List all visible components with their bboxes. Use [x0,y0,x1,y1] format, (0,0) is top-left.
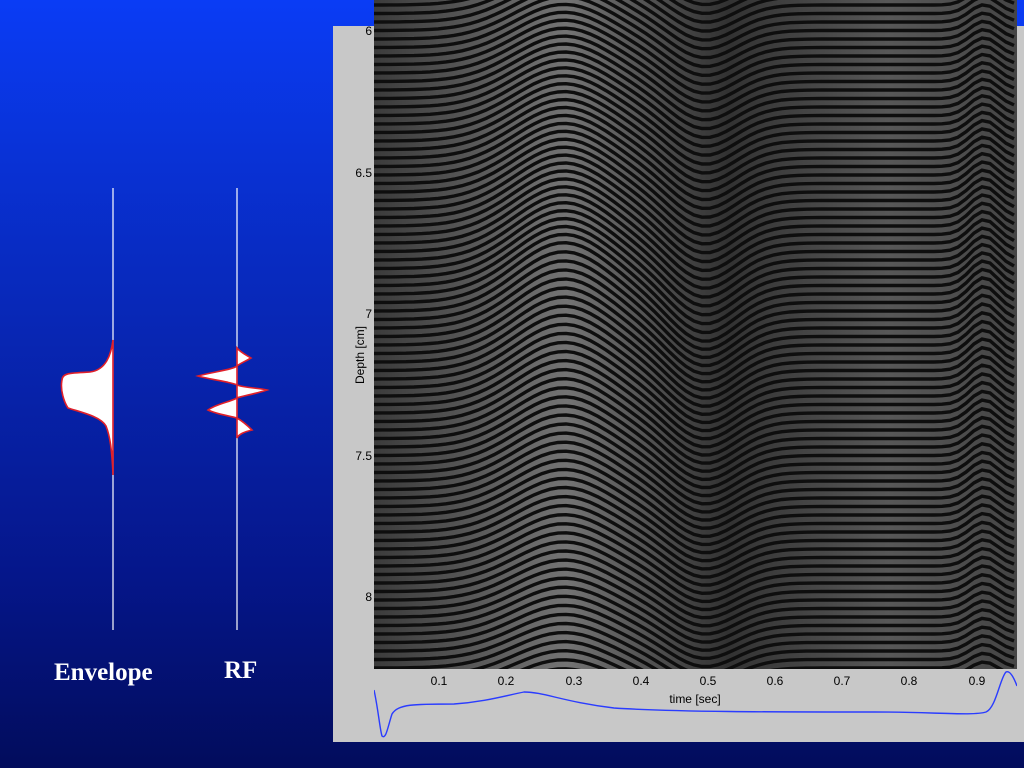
motion-trace [374,671,1017,738]
y-tick-label: 7 [365,307,372,321]
rf-shape [195,345,270,439]
envelope-label: Envelope [54,659,153,686]
y-tick-label: 6.5 [355,166,372,180]
y-tick-label: 7.5 [355,449,372,463]
motion-trace-line [374,671,1017,738]
rf-label: RF [224,657,258,684]
m-mode-ultrasound-image [374,0,1017,669]
waveform-illustration [60,188,270,630]
envelope-shape [60,339,114,476]
y-axis-label: Depth [cm] [353,325,367,385]
y-tick-label: 6 [365,24,372,38]
y-tick-label: 8 [365,590,372,604]
